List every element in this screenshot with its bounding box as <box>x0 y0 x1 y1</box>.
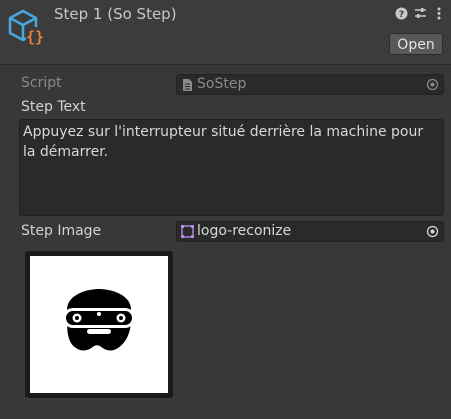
open-button[interactable]: Open <box>389 33 443 55</box>
svg-text:?: ? <box>399 10 404 20</box>
step-text-area[interactable]: Appuyez sur l'interrupteur situé derrièr… <box>19 119 444 216</box>
image-preview <box>25 251 173 398</box>
script-field: SoStep <box>176 74 444 95</box>
image-preview-canvas <box>30 256 168 393</box>
step-image-label: Step Image <box>21 223 102 239</box>
svg-text:{}: {} <box>26 28 44 46</box>
headset-logo-image <box>63 289 135 351</box>
object-picker-icon <box>426 78 439 91</box>
inspector-title: Step 1 (So Step) <box>54 5 177 23</box>
inspector-header: {} Step 1 (So Step) ? Open <box>0 0 451 64</box>
step-image-field-value: logo-reconize <box>197 223 292 239</box>
object-picker-icon[interactable] <box>426 225 439 238</box>
sprite-icon <box>181 225 194 238</box>
script-label: Script <box>21 75 62 91</box>
step-image-field[interactable]: logo-reconize <box>176 221 444 242</box>
script-field-value: SoStep <box>197 76 247 92</box>
script-file-icon <box>183 79 192 91</box>
preset-sliders-icon[interactable] <box>414 7 427 20</box>
help-icon[interactable]: ? <box>395 7 408 20</box>
header-divider <box>0 64 451 65</box>
scriptable-object-icon: {} <box>8 9 44 46</box>
kebab-menu-icon[interactable] <box>435 7 443 20</box>
step-text-label: Step Text <box>21 99 86 115</box>
